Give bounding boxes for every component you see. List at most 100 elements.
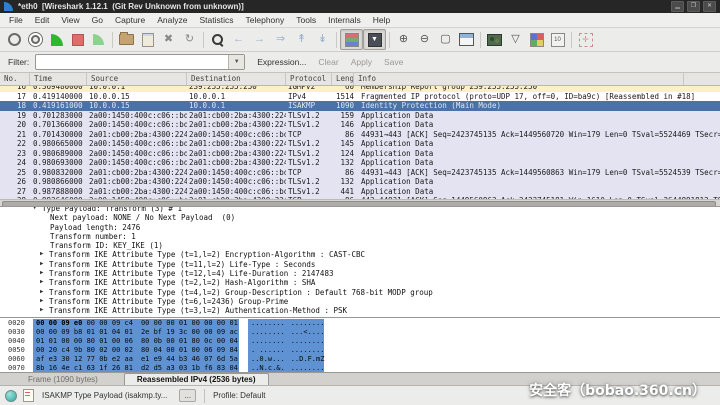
expander-icon[interactable]: ▶ (40, 288, 49, 297)
column-header[interactable]: Info (354, 73, 684, 85)
menu-item[interactable]: Tools (290, 14, 322, 26)
packet-row[interactable]: 26 0.980866000 2a01:cb00:2ba:4300:2247 2… (0, 177, 720, 187)
detail-row[interactable]: Transform ID: KEY_IKE (1) (0, 241, 720, 250)
list-interfaces-button[interactable] (4, 30, 25, 49)
hex-ascii[interactable]: ...........<.... (248, 328, 324, 337)
status-more-button[interactable]: ... (179, 389, 196, 402)
go-bottom-button[interactable]: ↡ (312, 30, 333, 49)
detail-row[interactable]: Next payload: NONE / No Next Payload (0) (0, 213, 720, 222)
tab-frame[interactable]: Frame (1090 bytes) (16, 374, 110, 385)
capture-filters-button[interactable] (484, 30, 505, 49)
filter-dropdown-button[interactable]: ▼ (228, 55, 244, 69)
column-header[interactable]: Time (30, 73, 87, 85)
hex-ascii[interactable]: . .............. (248, 346, 324, 355)
detail-row[interactable]: ▶ Transform IKE Attribute Type (t=3,l=2)… (0, 306, 720, 315)
hex-ascii[interactable]: ..N.c.&......... (248, 364, 324, 372)
packet-row[interactable]: 18 0.419161000 10.0.0.15 10.0.0.1 ISAKMP… (0, 101, 720, 111)
capture-options-button[interactable] (25, 30, 46, 49)
colorize-toggle-button[interactable] (340, 29, 363, 50)
hex-row[interactable]: 0070 8b 16 4e c1 63 1f 26 81d2 d5 a3 03 … (0, 364, 720, 372)
column-header[interactable]: Destination (187, 73, 286, 85)
help-button[interactable]: ✛ (575, 30, 596, 49)
menu-item[interactable]: Edit (29, 14, 56, 26)
hex-row[interactable]: 0030 00 00 09 b8 01 01 04 012e bf 19 3c … (0, 328, 720, 337)
hex-row[interactable]: 0050 00 20 c4 9b 80 02 00 0280 04 00 01 … (0, 346, 720, 355)
preferences-button[interactable]: 10 (547, 30, 568, 49)
detail-row[interactable]: ▼ Type Payload: Transform (3) # 1 (0, 206, 720, 213)
menu-item[interactable]: Help (367, 14, 396, 26)
start-capture-button[interactable] (46, 30, 67, 49)
expander-icon[interactable]: ▶ (40, 250, 49, 259)
zoom-in-button[interactable]: ⊕ (393, 30, 414, 49)
hex-ascii[interactable]: ................ (248, 319, 324, 328)
column-header[interactable]: No. (0, 73, 30, 85)
autoscroll-toggle-button[interactable]: ▼ (363, 29, 386, 50)
hex-bytes[interactable]: 8b 16 4e c1 63 1f 26 81d2 d5 a3 03 1b f6… (33, 364, 239, 372)
apply-button[interactable]: Apply (351, 57, 372, 67)
menu-item[interactable]: Statistics (193, 14, 239, 26)
packet-list-hscrollbar[interactable] (0, 199, 720, 206)
column-header[interactable]: Length (332, 73, 354, 85)
find-packet-button[interactable] (207, 30, 228, 49)
hex-ascii[interactable]: ..0.w.....D.F.mZ (248, 355, 324, 364)
zoom-out-button[interactable]: ⊖ (414, 30, 435, 49)
menu-item[interactable]: View (55, 14, 85, 26)
column-header[interactable]: Protocol (286, 73, 332, 85)
detail-row[interactable]: ▶ Transform IKE Attribute Type (t=1,l=2)… (0, 250, 720, 259)
restart-capture-button[interactable] (88, 30, 109, 49)
hex-row[interactable]: 0040 01 01 00 00 80 01 00 0680 0b 00 01 … (0, 337, 720, 346)
expander-icon[interactable]: ▶ (40, 269, 49, 278)
hex-bytes[interactable]: 01 01 00 00 80 01 00 0680 0b 00 01 80 0c… (33, 337, 239, 346)
packet-row[interactable]: 17 0.419140000 10.0.0.15 10.0.0.1 IPv4 1… (0, 92, 720, 102)
hex-bytes[interactable]: 00 00 09 e0 00 00 09 c400 00 00 01 00 00… (33, 319, 239, 328)
close-icon[interactable]: ✕ (703, 1, 716, 12)
save-file-button[interactable] (137, 30, 158, 49)
zoom-normal-button[interactable]: ▢ (435, 30, 456, 49)
go-back-button[interactable]: ← (228, 30, 249, 49)
packet-row[interactable]: 20 0.701366000 2a00:1450:400c:c06::bd 2a… (0, 120, 720, 130)
expander-icon[interactable]: ▼ (33, 206, 42, 213)
resize-columns-button[interactable] (456, 30, 477, 49)
open-file-button[interactable] (116, 30, 137, 49)
expert-info-icon[interactable] (5, 390, 17, 402)
hex-row[interactable]: 0020 00 00 09 e0 00 00 09 c400 00 00 01 … (0, 319, 720, 328)
close-file-button[interactable]: ✖ (158, 30, 179, 49)
expander-icon[interactable]: ▶ (40, 260, 49, 269)
display-filters-button[interactable]: ▽ (505, 30, 526, 49)
capture-comment-icon[interactable] (23, 389, 34, 402)
expander-icon[interactable]: ▶ (40, 306, 49, 315)
hex-ascii[interactable]: ................ (248, 337, 324, 346)
go-to-packet-button[interactable]: ⇒ (270, 30, 291, 49)
expander-icon[interactable]: ▶ (40, 297, 49, 306)
status-profile[interactable]: Profile: Default (213, 391, 265, 400)
menu-item[interactable]: Internals (322, 14, 367, 26)
stop-capture-button[interactable] (67, 30, 88, 49)
packet-row[interactable]: 24 0.980693000 2a00:1450:400c:c06::bd 2a… (0, 158, 720, 168)
go-forward-button[interactable]: → (249, 30, 270, 49)
coloring-rules-button[interactable] (526, 30, 547, 49)
packet-row[interactable]: 25 0.980832000 2a01:cb00:2ba:4300:2247 2… (0, 168, 720, 178)
reload-button[interactable]: ↻ (179, 30, 200, 49)
save-button[interactable]: Save (384, 57, 403, 67)
clear-button[interactable]: Clear (318, 57, 338, 67)
packet-row[interactable]: 27 0.987888000 2a01:cb00:2ba:4300:2247 2… (0, 187, 720, 197)
menu-item[interactable]: Capture (109, 14, 151, 26)
minimize-icon[interactable]: ▁ (671, 1, 684, 12)
maximize-icon[interactable]: ❐ (687, 1, 700, 12)
hex-bytes[interactable]: 00 00 09 b8 01 01 04 012e bf 19 3c 00 00… (33, 328, 239, 337)
menu-item[interactable]: Analyze (151, 14, 193, 26)
hex-row[interactable]: 0060 af e3 30 12 77 0b e2 aae1 e9 44 b3 … (0, 355, 720, 364)
detail-row[interactable]: Payload length: 2476 (0, 223, 720, 232)
packet-row[interactable]: 21 0.701430000 2a01:cb00:2ba:4300:2247 2… (0, 130, 720, 140)
packet-row[interactable]: 19 0.701283000 2a00:1450:400c:c06::bd 2a… (0, 111, 720, 121)
detail-row[interactable]: ▶ Transform IKE Attribute Type (t=2,l=2)… (0, 278, 720, 287)
hex-bytes[interactable]: 00 20 c4 9b 80 02 00 0280 04 00 01 00 06… (33, 346, 239, 355)
packet-row[interactable]: 22 0.980665000 2a00:1450:400c:c06::bd 2a… (0, 139, 720, 149)
filter-input[interactable] (36, 55, 228, 69)
detail-row[interactable]: ▶ Transform IKE Attribute Type (t=6,l=24… (0, 297, 720, 306)
detail-row[interactable]: ▶ Transform IKE Attribute Type (t=11,l=2… (0, 260, 720, 269)
detail-row[interactable]: Transform number: 1 (0, 232, 720, 241)
tab-reassembled-ipv4[interactable]: Reassembled IPv4 (2536 bytes) (124, 373, 269, 385)
menu-item[interactable]: Go (86, 14, 109, 26)
column-header[interactable]: Source (87, 73, 187, 85)
